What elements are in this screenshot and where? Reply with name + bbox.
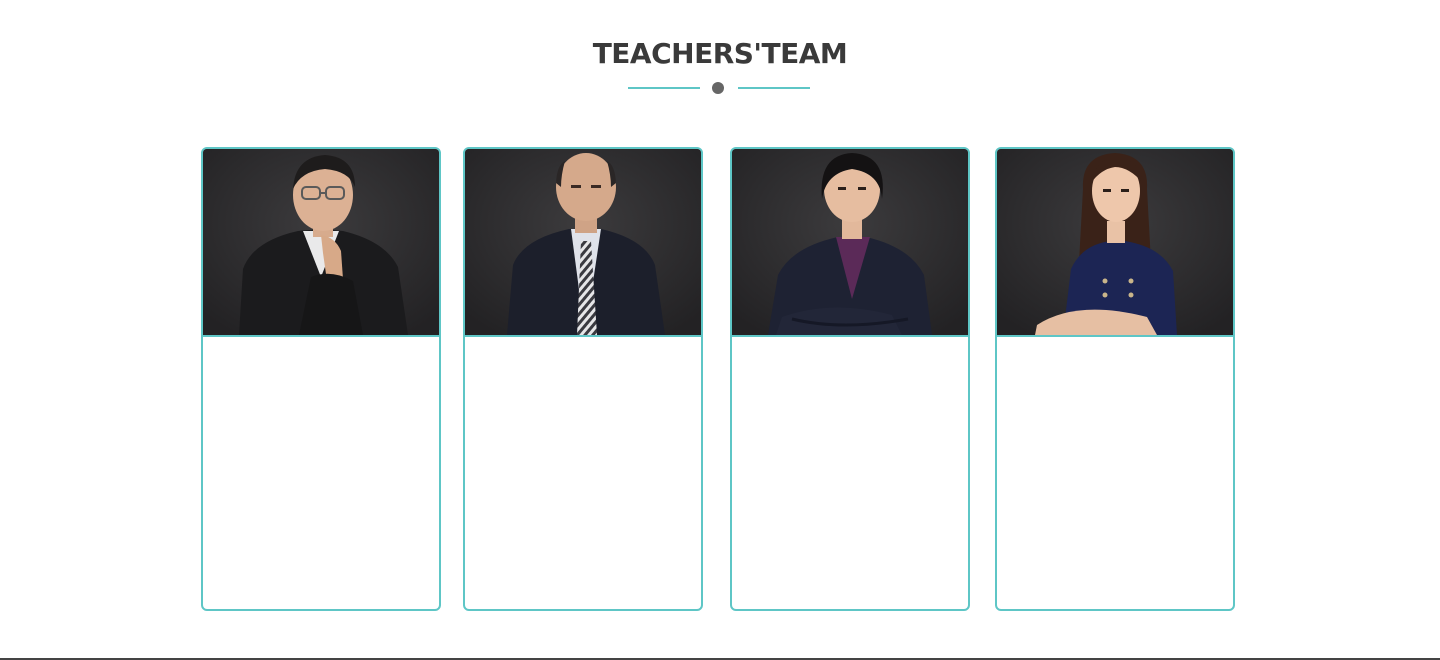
title-divider [628,80,810,96]
teacher-card-body [203,337,439,609]
divider-line-right [738,87,810,89]
teacher-photo[interactable] [465,149,701,337]
teacher-card-body [465,337,701,609]
teacher-portrait-man-glasses-icon [203,149,439,335]
teacher-photo[interactable] [732,149,968,337]
teacher-card[interactable] [995,147,1235,611]
teacher-photo[interactable] [203,149,439,337]
section-title: TEACHERS'TEAM [592,37,848,70]
teacher-card[interactable] [730,147,970,611]
divider-dot [712,82,724,94]
teacher-card-body [732,337,968,609]
teacher-card[interactable] [463,147,703,611]
teacher-card-body [997,337,1233,609]
teacher-portrait-man-striped-tie-icon [465,149,701,335]
divider-line-left [628,87,700,89]
teacher-card[interactable] [201,147,441,611]
teacher-photo[interactable] [997,149,1233,337]
teacher-portrait-woman-navy-dress-icon [997,149,1233,335]
teacher-portrait-woman-purple-blouse-icon [732,149,968,335]
